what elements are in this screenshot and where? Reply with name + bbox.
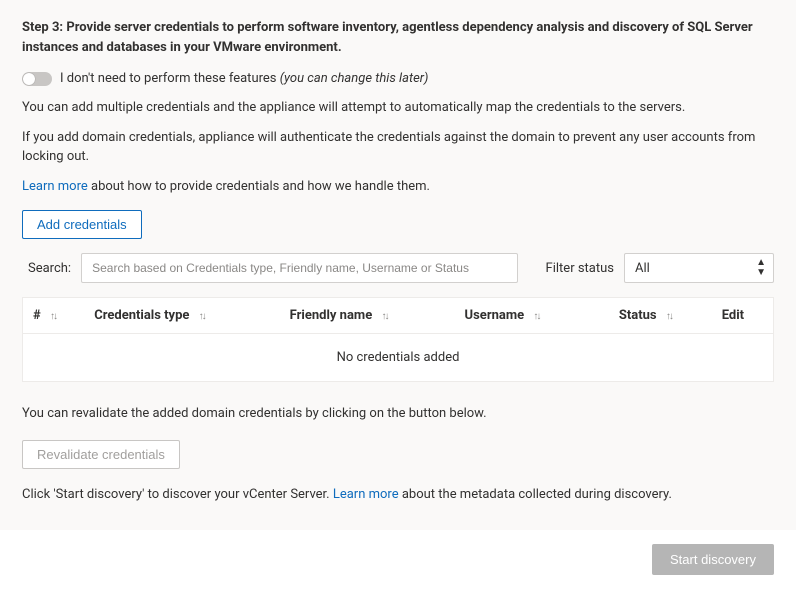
col-index[interactable]: # ↑↓: [23, 298, 85, 334]
col-status-label: Status: [619, 308, 657, 323]
toggle-label: I don't need to perform these features (…: [60, 71, 428, 86]
revalidate-text: You can revalidate the added domain cred…: [22, 404, 774, 424]
discovery-line: Click 'Start discovery' to discover your…: [22, 485, 774, 505]
footer-bar: Start discovery: [0, 530, 796, 589]
search-filter-row: Search: Filter status All ▲▼: [22, 253, 774, 283]
toggle-row: I don't need to perform these features (…: [22, 71, 774, 86]
step3-root: Step 3: Provide server credentials to pe…: [0, 0, 796, 589]
toggle-label-hint: (you can change this later): [280, 71, 429, 86]
filter-status-select-wrap: All ▲▼: [624, 253, 774, 283]
search-label: Search:: [22, 261, 71, 276]
search-input[interactable]: [81, 253, 517, 283]
learn-more-line: Learn more about how to provide credenti…: [22, 177, 774, 197]
col-friendly-label: Friendly name: [290, 308, 373, 323]
discovery-pre: Click 'Start discovery' to discover your…: [22, 487, 333, 502]
col-username-label: Username: [465, 308, 525, 323]
discovery-post: about the metadata collected during disc…: [399, 487, 672, 502]
col-username[interactable]: Username ↑↓: [455, 298, 609, 334]
sort-icon: ↑↓: [666, 311, 672, 322]
step-title: Step 3: Provide server credentials to pe…: [22, 18, 774, 57]
table-empty-message: No credentials added: [23, 334, 774, 382]
learn-more-tail: about how to provide credentials and how…: [88, 179, 430, 194]
table-empty-row: No credentials added: [23, 334, 774, 382]
start-discovery-button[interactable]: Start discovery: [652, 544, 774, 575]
col-edit: Edit: [712, 298, 774, 334]
paragraph-multi-creds: You can add multiple credentials and the…: [22, 98, 774, 118]
col-edit-label: Edit: [722, 308, 744, 323]
toggle-label-text: I don't need to perform these features: [60, 71, 277, 86]
col-friendly-name[interactable]: Friendly name ↑↓: [280, 298, 455, 334]
filter-status-value: All: [635, 261, 650, 276]
sort-icon: ↑↓: [50, 311, 56, 322]
filter-status-select[interactable]: All: [624, 253, 774, 283]
sort-icon: ↑↓: [533, 311, 539, 322]
col-index-label: #: [33, 308, 41, 323]
sort-icon: ↑↓: [199, 311, 205, 322]
filter-status-label: Filter status: [546, 261, 614, 276]
sort-icon: ↑↓: [381, 311, 387, 322]
revalidate-credentials-button[interactable]: Revalidate credentials: [22, 440, 180, 469]
add-credentials-button[interactable]: Add credentials: [22, 210, 142, 239]
credentials-table: # ↑↓ Credentials type ↑↓ Friendly name ↑…: [22, 297, 774, 382]
paragraph-domain-creds: If you add domain credentials, appliance…: [22, 128, 774, 167]
col-type-label: Credentials type: [94, 308, 189, 323]
col-status[interactable]: Status ↑↓: [609, 298, 712, 334]
toggle-knob: [23, 73, 35, 85]
revalidate-block: You can revalidate the added domain cred…: [22, 404, 774, 485]
step3-panel: Step 3: Provide server credentials to pe…: [0, 0, 796, 530]
credentials-table-body: No credentials added: [23, 334, 774, 382]
learn-more-link[interactable]: Learn more: [22, 179, 88, 194]
perform-features-toggle[interactable]: [22, 72, 52, 86]
discovery-learn-more-link[interactable]: Learn more: [333, 487, 399, 502]
col-credentials-type[interactable]: Credentials type ↑↓: [84, 298, 279, 334]
credentials-table-head: # ↑↓ Credentials type ↑↓ Friendly name ↑…: [23, 298, 774, 334]
